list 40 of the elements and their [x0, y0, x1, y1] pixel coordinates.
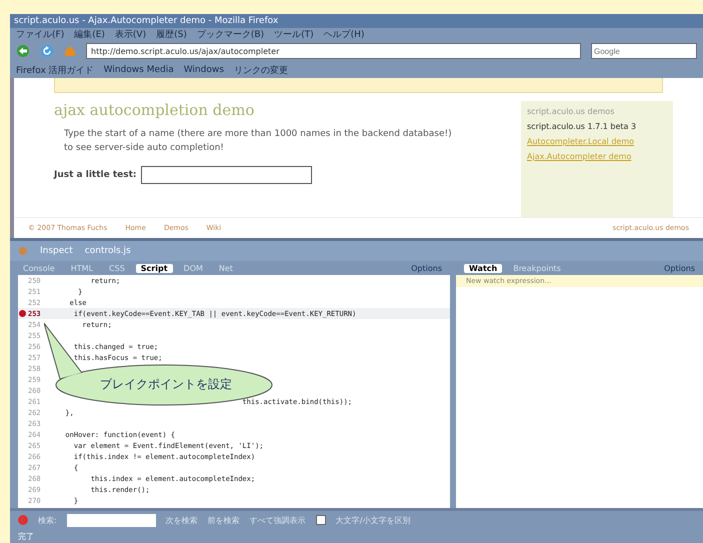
menu-item[interactable]: ツール(T) [274, 28, 314, 40]
bookmark-item[interactable]: Windows Media [104, 65, 174, 75]
sidebar-link[interactable]: Autocompleter.Local demo [527, 137, 667, 146]
page-title: ajax autocompletion demo [54, 101, 256, 119]
sidebar-title: script.aculo.us demos [527, 107, 616, 116]
search-field[interactable]: Google [591, 43, 697, 59]
window-title: script.aculo.us - Ajax.Autocompleter demo - Mozilla Firefox [10, 14, 703, 28]
menu-item[interactable]: ヘルプ(H) [324, 28, 364, 40]
intro-text: Type the start of a name (there are more than 1000 names in the backend database!) to see server-side auto completion! [64, 128, 453, 156]
menu-item[interactable]: ファイル(F) [16, 28, 64, 40]
address-field[interactable]: http://demo.script.aculo.us/ajax/autocompleter [86, 43, 581, 59]
bookmark-item[interactable]: Firefox 活用ガイド [16, 64, 94, 76]
options-button[interactable]: Options [411, 264, 442, 272]
toolbar-button[interactable]: Inspect [40, 246, 73, 256]
checkbox-label: 大文字/小文字を区別 [336, 514, 410, 526]
panel-tab[interactable]: HTML [66, 264, 98, 272]
options-button[interactable]: Options [664, 264, 695, 272]
field-label: Just a little test: [54, 170, 137, 180]
status-text: 完了 [17, 530, 35, 542]
find-prev-button[interactable]: 前を検索 [208, 514, 240, 526]
highlight-button[interactable]: すべて強調表示 [250, 514, 306, 526]
sidebar-link[interactable]: Ajax.Autocompleter demo [527, 152, 667, 161]
menu-item[interactable]: 編集(E) [74, 28, 105, 40]
menu-item[interactable]: 履歴(S) [156, 28, 187, 40]
find-label: 検索: [38, 514, 57, 526]
menu-item[interactable]: ブックマーク(B) [196, 28, 264, 40]
panel-tab[interactable]: Console [18, 264, 60, 272]
panel-tab[interactable]: DOM [178, 264, 208, 272]
menu-item[interactable]: 表示(V) [114, 28, 146, 40]
panel-tab[interactable]: Script [136, 264, 173, 272]
panel-tab[interactable]: Net [214, 264, 238, 272]
find-next-button[interactable]: 次を検索 [166, 514, 198, 526]
panel-tab[interactable]: Breakpoints [508, 264, 566, 272]
bookmark-item[interactable]: Windows [184, 65, 224, 75]
toolbar-button[interactable]: controls.js [84, 246, 131, 256]
panel-tab[interactable]: Watch [464, 264, 502, 272]
panel-tab[interactable]: CSS [104, 264, 130, 272]
sidebar-text: script.aculo.us 1.7.1 beta 3 [527, 122, 638, 131]
callout-text: ブレイクポイントを設定 [100, 377, 232, 392]
bookmark-item[interactable]: リンクの変更 [234, 64, 288, 76]
